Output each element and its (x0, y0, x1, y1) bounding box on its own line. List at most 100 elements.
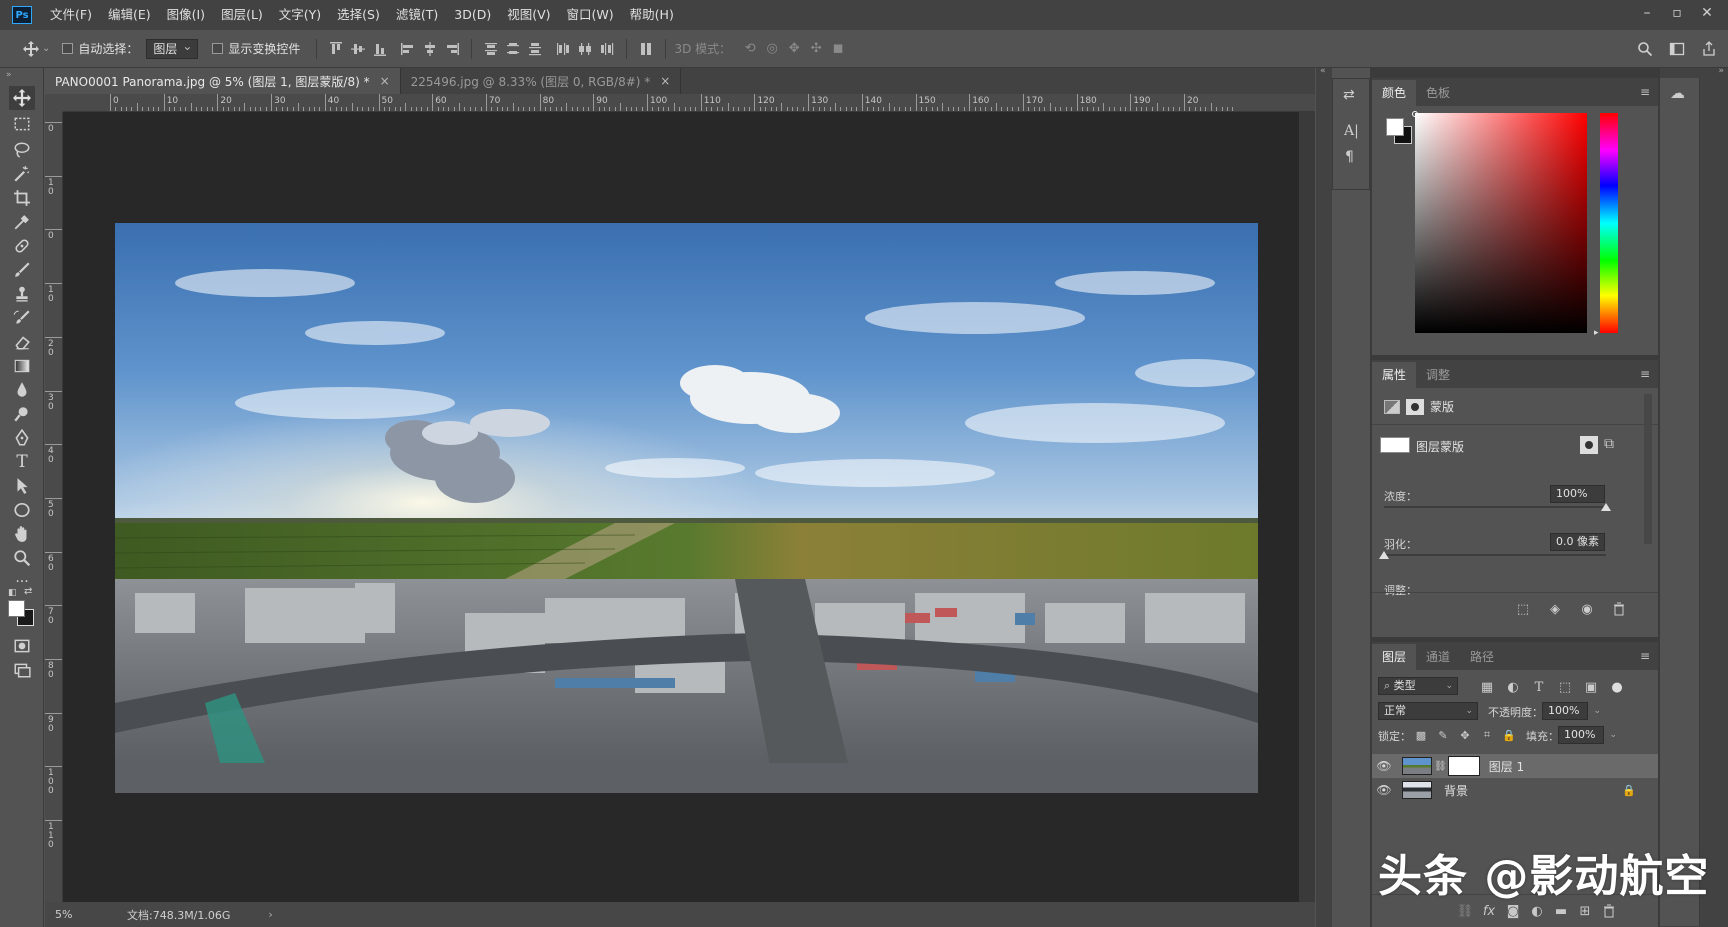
brush-tool-icon[interactable] (9, 258, 35, 282)
swap-colors-icon[interactable]: ⇄ (24, 586, 32, 597)
distribute-right-icon[interactable] (596, 38, 618, 60)
distribute-bottom-icon[interactable] (524, 38, 546, 60)
clone-stamp-tool-icon[interactable] (9, 282, 35, 306)
tab-paths[interactable]: 路径 (1460, 644, 1504, 670)
color-field[interactable] (1415, 113, 1587, 333)
zoom-tool-icon[interactable] (9, 546, 35, 570)
minimize-button[interactable]: – (1632, 0, 1662, 26)
status-menu-arrow-icon[interactable]: › (268, 908, 272, 921)
tab-channels[interactable]: 通道 (1416, 644, 1460, 670)
density-slider[interactable] (1384, 506, 1606, 508)
hand-tool-icon[interactable] (9, 522, 35, 546)
tab-225496[interactable]: 225496.jpg @ 8.33% (图层 0, RGB/8#) * × (401, 68, 682, 94)
vertical-scrollbar[interactable] (1299, 112, 1315, 902)
path-selection-tool-icon[interactable] (9, 474, 35, 498)
3d-slide-icon[interactable]: ✣ (805, 38, 827, 60)
gradient-tool-icon[interactable] (9, 354, 35, 378)
opacity-field[interactable]: 100% ⌄ (1542, 702, 1601, 720)
zoom-level[interactable]: 5% (55, 908, 115, 921)
ruler-origin[interactable] (45, 94, 63, 112)
show-transform-checkbox[interactable] (212, 43, 224, 54)
tab-color[interactable]: 颜色 (1372, 80, 1417, 106)
maximize-button[interactable]: ▫ (1662, 0, 1692, 26)
align-hcenter-icon[interactable] (419, 38, 441, 60)
distribute-top-icon[interactable] (480, 38, 502, 60)
magic-wand-tool-icon[interactable] (9, 162, 35, 186)
density-slider-thumb[interactable] (1601, 503, 1611, 511)
filter-adjustment-icon[interactable]: ◐ (1502, 676, 1524, 698)
menu-help[interactable]: 帮助(H) (622, 0, 682, 30)
apply-vector-mask-icon[interactable]: ⧉ (1604, 436, 1614, 452)
mask-link-icon[interactable]: ⛓ (1434, 761, 1447, 772)
vertical-ruler[interactable]: 0 1 0 0 1 0 2 0 3 0 4 0 5 0 6 0 7 0 8 0 9 0 1 0 0 1 1… (45, 112, 63, 902)
align-right-icon[interactable] (441, 38, 463, 60)
chevron-down-icon[interactable]: ⌄ (1593, 703, 1601, 719)
align-vcenter-icon[interactable] (347, 38, 369, 60)
align-left-icon[interactable] (397, 38, 419, 60)
eraser-tool-icon[interactable] (9, 330, 35, 354)
menu-filter[interactable]: 滤镜(T) (388, 0, 446, 30)
panel-menu-icon[interactable]: ≡ (1640, 367, 1650, 381)
layer-mask-thumbnail[interactable] (1447, 756, 1480, 776)
filter-smart-object-icon[interactable]: ▣ (1580, 676, 1602, 698)
tab-pano0001[interactable]: PANO0001 Panorama.jpg @ 5% (图层 1, 图层蒙版/8… (45, 68, 401, 94)
select-mask-icon[interactable] (1580, 436, 1598, 454)
paragraph-icon[interactable]: ¶ (1345, 149, 1354, 165)
quick-mask-icon[interactable] (9, 634, 35, 658)
close-icon[interactable]: × (660, 74, 670, 88)
delete-mask-icon[interactable] (1608, 598, 1630, 620)
toolbar-collapse-icon[interactable]: » (6, 70, 12, 80)
layer-filter-dropdown[interactable]: ⌕ 类型 ⌄ (1378, 677, 1458, 695)
blur-tool-icon[interactable] (9, 378, 35, 402)
lock-transparent-icon[interactable]: ▩ (1410, 724, 1432, 746)
lasso-tool-icon[interactable] (9, 138, 35, 162)
tab-properties[interactable]: 属性 (1372, 362, 1417, 388)
pen-tool-icon[interactable] (9, 426, 35, 450)
panel-menu-icon[interactable]: ≡ (1640, 85, 1650, 99)
tab-swatches[interactable]: 色板 (1416, 80, 1460, 106)
filter-shape-icon[interactable]: ⬚ (1554, 676, 1576, 698)
auto-align-icon[interactable] (635, 38, 657, 60)
align-bottom-icon[interactable] (369, 38, 391, 60)
distribute-left-icon[interactable] (552, 38, 574, 60)
ellipse-tool-icon[interactable] (9, 498, 35, 522)
marquee-tool-icon[interactable] (9, 112, 35, 136)
filter-pixel-icon[interactable]: ▦ (1476, 676, 1498, 698)
menu-3d[interactable]: 3D(D) (446, 0, 499, 30)
move-tool-icon[interactable] (20, 38, 42, 60)
3d-scale-icon[interactable]: ◼ (827, 38, 849, 60)
libraries-cloud-icon[interactable]: ☁ (1670, 84, 1692, 102)
hue-slider-handle[interactable]: ▸ (1594, 328, 1599, 338)
distribute-vcenter-icon[interactable] (502, 38, 524, 60)
blend-mode-dropdown[interactable]: 正常 ⌄ (1378, 702, 1478, 720)
close-button[interactable]: ✕ (1692, 0, 1722, 26)
menu-select[interactable]: 选择(S) (329, 0, 388, 30)
chevron-down-icon[interactable]: ⌄ (1609, 727, 1617, 743)
default-colors-icon[interactable]: ◧ (8, 588, 17, 598)
disable-mask-icon[interactable]: ◉ (1576, 598, 1598, 620)
tab-layers[interactable]: 图层 (1372, 644, 1417, 670)
layer-mask-icon[interactable] (1406, 398, 1424, 415)
3d-roll-icon[interactable]: ◎ (761, 38, 783, 60)
collapse-panels-icon[interactable]: » (1718, 66, 1724, 76)
distribute-hcenter-icon[interactable] (574, 38, 596, 60)
menu-view[interactable]: 视图(V) (499, 0, 558, 30)
visibility-eye-icon[interactable]: 👁 (1372, 759, 1396, 773)
3d-pan-icon[interactable]: ✥ (783, 38, 805, 60)
lock-image-icon[interactable]: ✎ (1432, 724, 1454, 746)
lock-icon[interactable]: 🔒 (1622, 784, 1636, 797)
menu-layer[interactable]: 图层(L) (213, 0, 271, 30)
3d-orbit-icon[interactable]: ⟲ (739, 38, 761, 60)
history-icon[interactable]: ⇄ (1343, 87, 1355, 103)
tab-adjustments[interactable]: 调整 (1416, 362, 1460, 388)
filter-type-icon[interactable]: T (1528, 676, 1550, 698)
search-icon[interactable] (1634, 38, 1656, 60)
lock-position-icon[interactable]: ✥ (1454, 724, 1476, 746)
menu-image[interactable]: 图像(I) (159, 0, 213, 30)
lock-all-icon[interactable]: 🔒 (1498, 724, 1520, 746)
menu-type[interactable]: 文字(Y) (271, 0, 329, 30)
fill-field[interactable]: 100% ⌄ (1558, 726, 1617, 744)
move-tool-icon[interactable] (9, 86, 35, 110)
eyedropper-tool-icon[interactable] (9, 210, 35, 234)
properties-scrollbar[interactable] (1644, 394, 1652, 544)
